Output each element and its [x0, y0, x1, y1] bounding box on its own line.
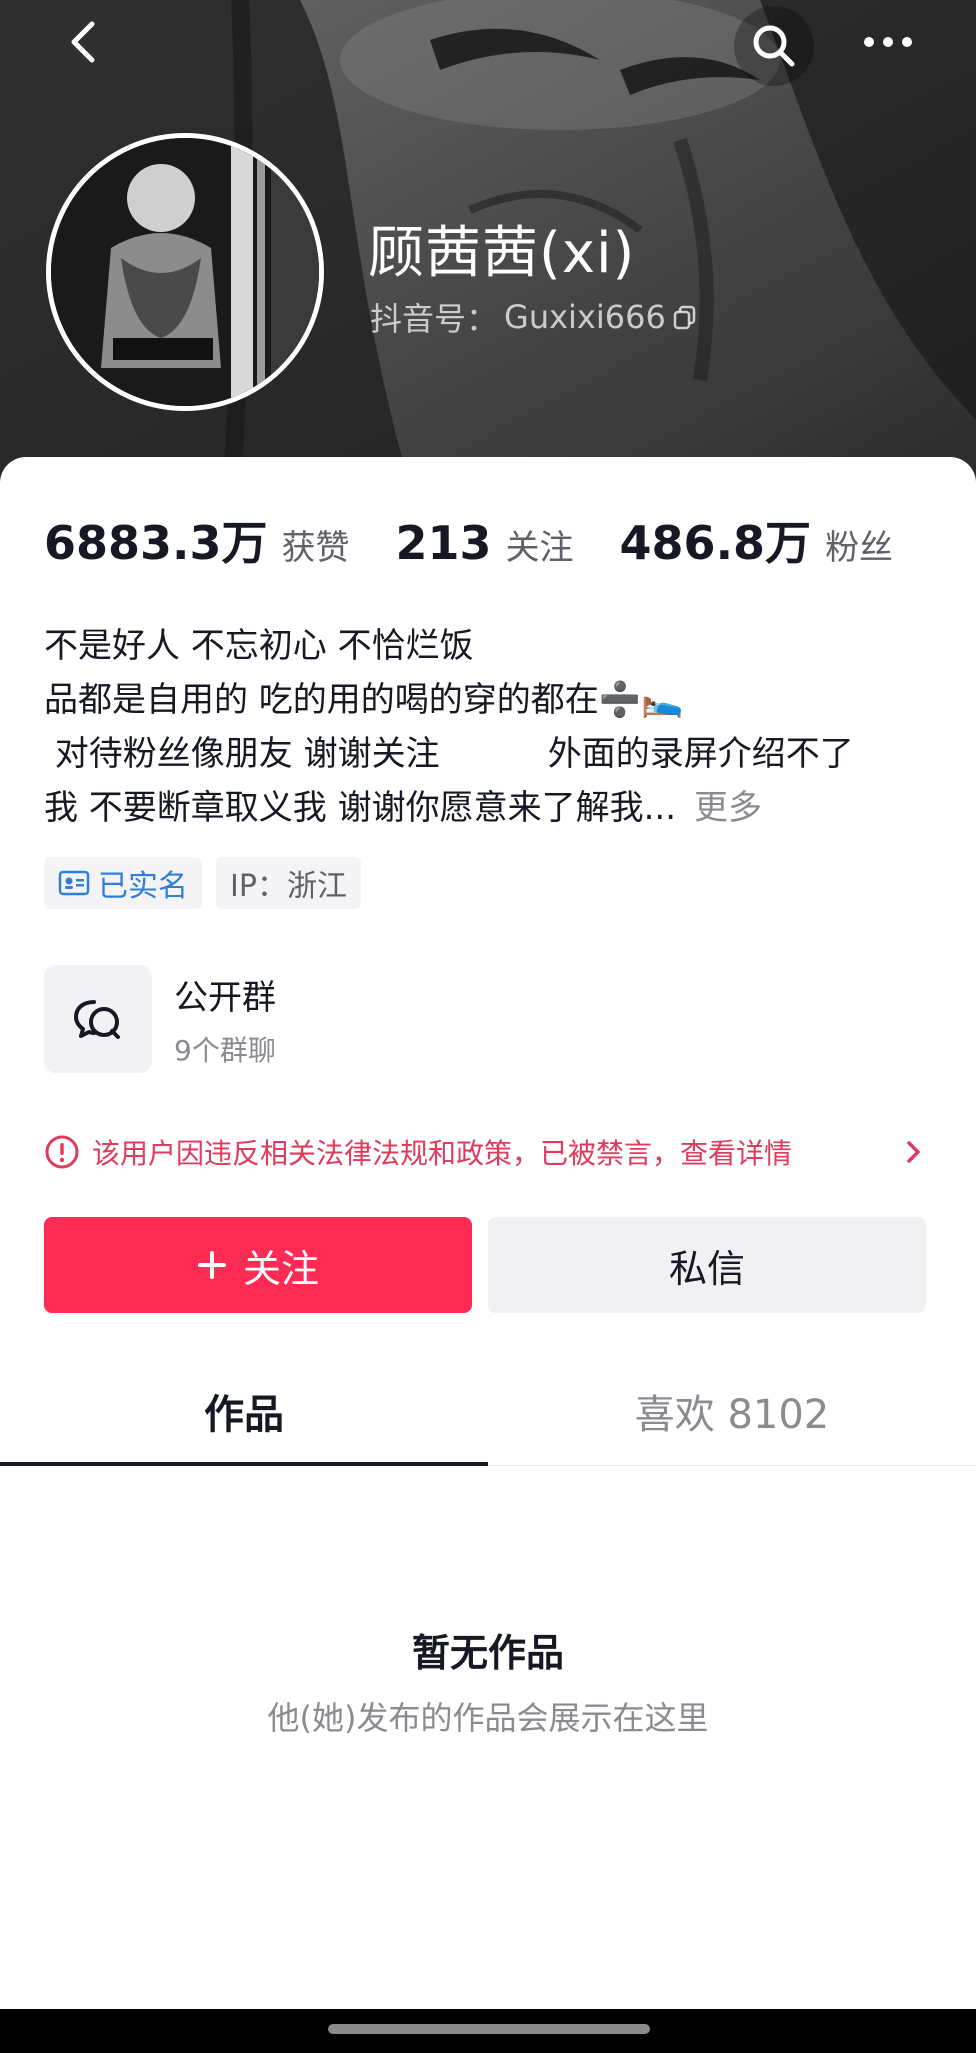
stat-following-label: 关注: [505, 528, 574, 568]
ip-tag: IP：浙江: [216, 857, 361, 909]
empty-state-title: 暂无作品: [411, 1631, 564, 1675]
stat-likes-value: 6883.3万: [44, 516, 268, 570]
stat-followers-value: 486.8万: [619, 516, 812, 570]
avatar-image: [51, 138, 319, 406]
empty-state-subtitle: 他(她)发布的作品会展示在这里: [267, 1699, 709, 1737]
stat-likes-label: 获赞: [281, 528, 350, 568]
avatar[interactable]: [46, 133, 324, 411]
verified-label: 已实名: [98, 869, 188, 904]
group-icon-box: [44, 965, 152, 1073]
username: 顾茜茜(xi): [368, 221, 636, 286]
profile-banner: 顾茜茜(xi) 抖音号： Guxixi666: [0, 0, 976, 520]
search-icon: [753, 25, 795, 67]
bio-line-4-text: 我 不要断章取义我 谢谢你愿意来了解我...: [44, 788, 677, 828]
action-buttons: 关注 私信: [44, 1217, 926, 1313]
tab-works[interactable]: 作品: [0, 1357, 488, 1466]
ip-label: IP：浙江: [230, 869, 347, 904]
search-button[interactable]: [734, 6, 814, 86]
stats-row: 6883.3万 获赞 213 关注 486.8万 粉丝: [44, 507, 939, 573]
back-button[interactable]: [48, 6, 120, 78]
stat-followers-label: 粉丝: [825, 528, 894, 568]
follow-button-label: 关注: [242, 1246, 319, 1291]
douyin-id-row[interactable]: 抖音号： Guxixi666: [370, 294, 698, 340]
bio-line-1: 不是好人 不忘初心 不恰烂饭: [44, 626, 474, 666]
id-card-icon: [58, 870, 90, 896]
group-title: 公开群: [174, 977, 276, 1018]
public-group-entry[interactable]: 公开群 9个群聊: [44, 965, 924, 1073]
stat-following[interactable]: 213 关注: [396, 516, 574, 570]
bio: 不是好人 不忘初心 不恰烂饭 品都是自用的 吃的用的喝的穿的都在➗🛌 对待粉丝像…: [44, 619, 944, 835]
more-icon: [864, 37, 912, 47]
home-indicator: [328, 2024, 650, 2034]
message-button[interactable]: 私信: [488, 1217, 926, 1313]
tab-likes[interactable]: 喜欢 8102: [488, 1357, 976, 1465]
bio-line-4: 我 不要断章取义我 谢谢你愿意来了解我... 更多: [44, 781, 944, 835]
bio-more-link[interactable]: 更多: [694, 788, 762, 828]
message-button-label: 私信: [668, 1246, 745, 1291]
chevron-right-icon: [907, 1141, 920, 1163]
tags-row: 已实名 IP：浙江: [44, 857, 361, 909]
group-text: 公开群 9个群聊: [174, 970, 276, 1069]
copy-icon[interactable]: [672, 304, 698, 330]
plus-icon: [197, 1251, 226, 1279]
stat-followers[interactable]: 486.8万 粉丝: [620, 507, 894, 573]
more-button[interactable]: [852, 6, 924, 78]
bio-line-3: 对待粉丝像朋友 谢谢关注 外面的录屏介绍不了: [44, 734, 854, 774]
douyin-id-label: 抖音号：: [370, 300, 499, 338]
bio-line-2: 品都是自用的 吃的用的喝的穿的都在➗🛌: [44, 680, 684, 720]
follow-button[interactable]: 关注: [44, 1217, 472, 1313]
group-chat-icon: [74, 1000, 120, 1039]
verified-tag: 已实名: [44, 857, 202, 909]
warning-icon: [45, 1135, 79, 1169]
douyin-id-value: Guxixi666: [504, 298, 666, 336]
stat-following-value: 213: [395, 516, 492, 570]
back-icon: [71, 21, 95, 63]
profile-card: 6883.3万 获赞 213 关注 486.8万 粉丝 不是好人 不忘初心 不恰…: [0, 457, 976, 2009]
group-subtitle: 9个群聊: [174, 1033, 276, 1067]
ban-warning-banner[interactable]: 该用户因违反相关法律法规和政策，已被禁言，查看详情: [44, 1122, 924, 1182]
ban-warning-text: 该用户因违反相关法律法规和政策，已被禁言，查看详情: [92, 1137, 793, 1170]
stat-likes[interactable]: 6883.3万 获赞: [44, 507, 350, 573]
content-tabs: 作品 喜欢 8102: [0, 1357, 976, 1466]
